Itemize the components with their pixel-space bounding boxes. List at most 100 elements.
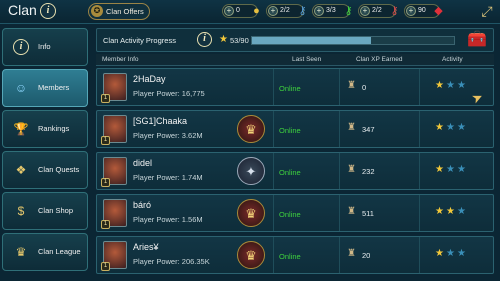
member-xp: 347 <box>362 125 375 134</box>
header-clan-xp: Clan XP Earned <box>356 56 403 63</box>
key-icon: ⚷ <box>344 5 353 17</box>
activity-star-icon: ★ <box>435 206 446 217</box>
member-xp: 20 <box>362 251 371 260</box>
member-power: Player Power: 16,775 <box>133 89 205 98</box>
member-power: Player Power: 3.62M <box>133 131 203 140</box>
member-level-badge: 1 <box>101 262 110 271</box>
activity-star-icon: ★ <box>445 164 457 175</box>
members-icon: ☺ <box>14 81 28 95</box>
column-divider <box>339 237 340 273</box>
page-title: Clan <box>8 2 37 18</box>
plus-icon[interactable]: + <box>360 6 370 16</box>
column-divider <box>419 195 420 231</box>
activity-star-icon: ★ <box>445 80 457 91</box>
clan-offers-label: Clan Offers <box>106 7 144 16</box>
info-icon[interactable]: i <box>197 32 212 47</box>
resource-key-3[interactable]: + 2/2 ⚷ <box>358 4 399 18</box>
column-divider <box>339 153 340 189</box>
sidebar-item-info[interactable]: i Info <box>2 28 88 66</box>
member-status: Online <box>279 84 301 93</box>
clan-xp-icon: ♜ <box>347 248 356 259</box>
clan-xp-icon: ♜ <box>347 80 356 91</box>
clan-activity-progress: Clan Activity Progress i ★ 53/90 🧰 <box>96 28 494 52</box>
sidebar-item-rankings[interactable]: 🏆 Rankings <box>2 110 88 148</box>
avatar[interactable]: 1 <box>101 73 127 103</box>
column-divider <box>273 237 274 273</box>
clan-xp-icon: ♜ <box>347 206 356 217</box>
sidebar-item-members[interactable]: ☺ Members <box>2 69 88 107</box>
progress-label: Clan Activity Progress <box>103 36 176 45</box>
column-divider <box>419 237 420 273</box>
column-divider <box>339 69 340 105</box>
sidebar-item-label: Clan Shop <box>38 206 74 215</box>
activity-stars: ★★★ <box>435 122 468 133</box>
resource-key-2[interactable]: + 3/3 ⚷ <box>312 4 353 18</box>
clan-offers-button[interactable]: ✪ Clan Offers <box>88 3 150 20</box>
gold-coin-icon: ● <box>253 5 260 17</box>
member-row[interactable]: 1 didel Player Power: 1.74M ✦ Online ♜ 2… <box>96 152 494 190</box>
plus-icon[interactable]: + <box>268 6 278 16</box>
avatar[interactable]: 1 <box>101 199 127 229</box>
member-power: Player Power: 1.56M <box>133 215 203 224</box>
member-power: Player Power: 1.74M <box>133 173 203 182</box>
resource-key-1[interactable]: + 2/2 ⚷ <box>266 4 307 18</box>
resource-gems[interactable]: + 90 ◆ <box>404 4 443 18</box>
members-table-header: Member Info Last Seen Clan XP Earned Act… <box>96 54 494 66</box>
sidebar: i Info ☺ Members 🏆 Rankings ❖ Clan Quest… <box>0 24 90 281</box>
member-level-badge: 1 <box>101 178 110 187</box>
plus-icon[interactable]: + <box>406 6 416 16</box>
clan-xp-icon: ♜ <box>347 164 356 175</box>
header-last-seen: Last Seen <box>292 56 322 63</box>
info-icon[interactable]: i <box>40 3 56 19</box>
column-divider <box>339 111 340 147</box>
member-xp: 232 <box>362 167 375 176</box>
key-icon: ⚷ <box>298 5 307 17</box>
resource-key-2-value: 3/3 <box>326 7 336 14</box>
member-row[interactable]: 1 báró Player Power: 1.56M ♛ Online ♜ 51… <box>96 194 494 232</box>
resource-gold-value: 0 <box>236 7 240 14</box>
sidebar-item-clan-league[interactable]: ♛ Clan League <box>2 233 88 271</box>
activity-star-icon: ★ <box>456 248 468 259</box>
avatar[interactable]: 1 <box>101 241 127 271</box>
member-xp: 0 <box>362 83 367 92</box>
activity-star-icon: ★ <box>456 80 468 91</box>
progress-value: 53/90 <box>230 36 249 45</box>
member-status: Online <box>279 168 301 177</box>
column-divider <box>273 69 274 105</box>
sidebar-item-label: Members <box>38 83 70 92</box>
column-divider <box>339 195 340 231</box>
column-divider <box>419 111 420 147</box>
back-icon[interactable]: ⤢ <box>480 2 494 20</box>
activity-star-icon: ★ <box>435 80 446 91</box>
plus-icon[interactable]: + <box>224 6 234 16</box>
plus-icon[interactable]: + <box>314 6 324 16</box>
trophy-icon: 🏆 <box>13 122 29 136</box>
column-divider <box>419 153 420 189</box>
member-name: didel <box>133 158 153 168</box>
activity-star-icon: ★ <box>456 164 468 175</box>
sidebar-item-clan-shop[interactable]: $ Clan Shop <box>2 192 88 230</box>
sidebar-item-label: Clan League <box>38 247 81 256</box>
member-row[interactable]: 1 [SG1]Chaaka Player Power: 3.62M ♛ Onli… <box>96 110 494 148</box>
column-divider <box>273 111 274 147</box>
activity-star-icon: ★ <box>456 122 468 133</box>
member-name: [SG1]Chaaka <box>133 116 188 126</box>
member-status: Online <box>279 126 301 135</box>
avatar[interactable]: 1 <box>101 157 127 187</box>
activity-star-icon: ★ <box>445 248 457 259</box>
member-row[interactable]: 1 2HaDay Player Power: 16,775 Online ♜ 0… <box>96 68 494 106</box>
member-xp: 511 <box>362 209 374 218</box>
member-name: 2HaDay <box>133 74 166 84</box>
header-member-info: Member Info <box>102 56 139 63</box>
money-bag-icon: $ <box>17 204 25 218</box>
progress-bar <box>251 36 455 45</box>
chest-icon[interactable]: 🧰 <box>465 30 489 50</box>
sidebar-item-clan-quests[interactable]: ❖ Clan Quests <box>2 151 88 189</box>
member-row[interactable]: 1 Aries¥ Player Power: 206.35K ♛ Online … <box>96 236 494 274</box>
avatar[interactable]: 1 <box>101 115 127 145</box>
resource-gold[interactable]: + 0 ● <box>222 4 260 18</box>
gem-icon: ◆ <box>434 5 443 17</box>
key-icon: ⚷ <box>390 5 399 17</box>
member-power: Player Power: 206.35K <box>133 257 210 266</box>
sidebar-item-label: Rankings <box>38 124 70 133</box>
